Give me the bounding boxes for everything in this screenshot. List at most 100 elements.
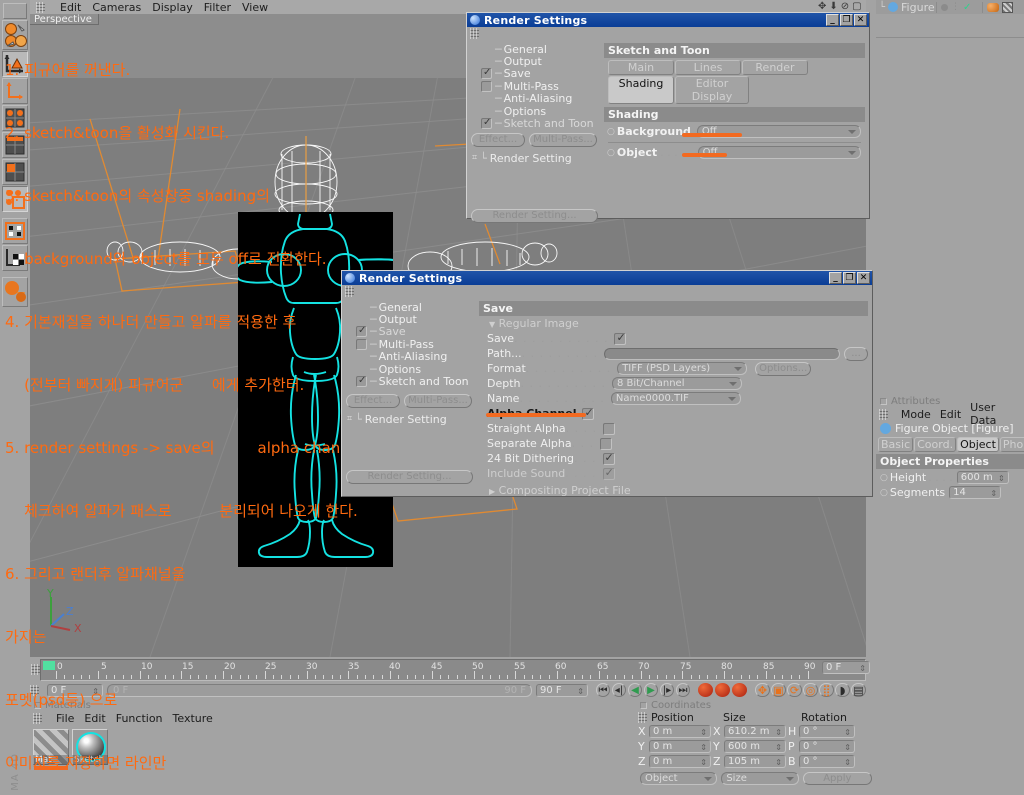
- input-pos-x[interactable]: 0 m ⇕: [649, 725, 711, 738]
- texture-tag-icon[interactable]: [1002, 1, 1013, 13]
- chevron-down-icon[interactable]: [704, 777, 713, 781]
- autokey-icon[interactable]: [715, 683, 730, 697]
- attributes-grip-icon[interactable]: [879, 408, 888, 420]
- save-dialog-titlebar[interactable]: Render Settings _ ❐ ✕: [342, 271, 872, 285]
- tree-item-antialiasing[interactable]: ─ Anti-Aliasing: [467, 92, 602, 105]
- spinner-icon[interactable]: ⇕: [775, 758, 782, 767]
- window-icon[interactable]: ▢: [852, 1, 861, 12]
- input-rot-p[interactable]: 0 ° ⇕: [799, 740, 855, 753]
- menu-display[interactable]: Display: [152, 1, 193, 14]
- coordinates-grip-icon[interactable]: [638, 712, 647, 723]
- save-close-button[interactable]: ✕: [857, 272, 870, 284]
- input-pos-y[interactable]: 0 m ⇕: [649, 740, 711, 753]
- input-size-z[interactable]: 105 m ⇕: [724, 755, 786, 768]
- play-back-icon[interactable]: ◀: [628, 683, 642, 697]
- checkbox-sketchtoon-icon[interactable]: [481, 117, 492, 130]
- tab-shading[interactable]: Shading: [608, 76, 674, 104]
- toon-settings-tree[interactable]: ─General ─Output ─Save ─Multi-Pass ─Anti…: [467, 39, 602, 223]
- object-manager-empty[interactable]: [876, 14, 1024, 38]
- tree-item-options[interactable]: ─ Options: [467, 105, 602, 118]
- panel-collapse-icon[interactable]: [640, 702, 647, 709]
- triangle-down-icon[interactable]: ▼: [489, 320, 495, 329]
- param-key-icon[interactable]: ◎: [803, 683, 818, 697]
- chevron-down-icon[interactable]: [785, 777, 794, 781]
- anim-icon[interactable]: ◗: [835, 683, 850, 697]
- combo-format[interactable]: TIFF (PSD Layers): [617, 362, 748, 375]
- input-height[interactable]: 600 m ⇕: [956, 471, 1009, 484]
- format-options-button[interactable]: Options...: [755, 361, 812, 376]
- record-icon[interactable]: ⊘: [841, 1, 849, 12]
- tree-item-output[interactable]: ─ Output: [467, 55, 602, 68]
- tree-item-sketch-and-toon[interactable]: ─Sketch and Toon: [467, 117, 602, 130]
- checkbox-save-icon[interactable]: [356, 325, 367, 338]
- input-size-y[interactable]: 600 m ⇕: [724, 740, 786, 753]
- tree-item-antialiasing[interactable]: ─ Anti-Aliasing: [342, 350, 477, 363]
- object-item-figure[interactable]: Figure: [901, 1, 935, 14]
- save-minimize-button[interactable]: _: [829, 272, 842, 284]
- spinner-icon[interactable]: ⇕: [859, 664, 866, 673]
- save-render-setting-button[interactable]: Render Setting...: [346, 469, 473, 484]
- combo-depth[interactable]: 8 Bit/Channel: [611, 377, 742, 390]
- checkbox-multipass-icon[interactable]: [481, 80, 492, 92]
- spinner-icon[interactable]: ⇕: [990, 489, 997, 498]
- checkbox-save[interactable]: [614, 331, 627, 345]
- path-input[interactable]: [604, 347, 840, 360]
- go-to-end-icon[interactable]: ⏭: [676, 683, 690, 697]
- spinner-icon[interactable]: ⇕: [700, 743, 707, 752]
- spinner-icon[interactable]: ⇕: [577, 687, 584, 696]
- attributes-tabs[interactable]: Basic Coord. Object Phong: [876, 436, 1024, 453]
- chevron-down-icon[interactable]: [728, 382, 737, 386]
- render-setting-expand-icon[interactable]: ⌗: [472, 153, 477, 163]
- tree-item-multipass[interactable]: ─ Multi-Pass: [342, 338, 477, 351]
- render-setting-expand-icon[interactable]: ⌗: [347, 414, 352, 424]
- save-group-compositing[interactable]: ▶ Compositing Project File: [479, 483, 868, 498]
- tree-item-save[interactable]: ─Save: [342, 325, 477, 338]
- checkbox-24bit-dithering[interactable]: [602, 451, 615, 465]
- right-frame-input[interactable]: 0 F ⇕: [822, 661, 870, 674]
- keyframe-selection-icon[interactable]: [732, 683, 747, 697]
- tab-coord[interactable]: Coord.: [914, 437, 957, 452]
- checkbox-separate-alpha[interactable]: [600, 437, 613, 450]
- input-pos-z[interactable]: 0 m ⇕: [649, 755, 711, 768]
- input-size-x[interactable]: 610.2 m ⇕: [724, 725, 786, 738]
- menu-cameras[interactable]: Cameras: [92, 1, 141, 14]
- layout-icon[interactable]: ▤: [851, 683, 866, 697]
- go-to-start-icon[interactable]: ⏮: [596, 683, 610, 697]
- chevron-down-icon[interactable]: [848, 151, 856, 155]
- render-settings-save-dialog[interactable]: Render Settings _ ❐ ✕ ─General ─Output ─: [341, 270, 873, 497]
- position-key-icon[interactable]: ✥: [755, 683, 770, 697]
- spinner-icon[interactable]: ⇕: [998, 474, 1005, 483]
- record-icon[interactable]: [698, 683, 713, 697]
- save-group-regular-image[interactable]: ▼ Regular Image: [479, 316, 868, 331]
- tree-item-general[interactable]: ─ General: [467, 43, 602, 56]
- toon-tabs[interactable]: Main Lines Render: [604, 58, 865, 75]
- attributes-menu-mode[interactable]: Mode: [901, 408, 931, 421]
- toon-multipass-button[interactable]: Multi-Pass...: [529, 132, 597, 147]
- save-render-setting-item[interactable]: Render Setting: [365, 413, 447, 426]
- tab-render[interactable]: Render: [742, 60, 808, 75]
- toon-effect-button[interactable]: Effect...: [471, 132, 525, 147]
- visibility-render-icon[interactable]: ⋮: [951, 2, 960, 12]
- rotation-key-icon[interactable]: ⟳: [787, 683, 802, 697]
- spinner-icon[interactable]: ⇕: [775, 743, 782, 752]
- path-browse-button[interactable]: ...: [844, 346, 868, 361]
- combo-object-mode[interactable]: Object: [640, 772, 718, 785]
- toon-render-setting-item[interactable]: Render Setting: [490, 152, 572, 165]
- toon-render-setting-button[interactable]: Render Setting...: [471, 208, 598, 223]
- toon-toolrow-grip-icon[interactable]: [470, 27, 479, 39]
- chevron-down-icon[interactable]: [727, 397, 736, 401]
- tool-undo-icon[interactable]: [3, 3, 27, 19]
- tab-object[interactable]: Object: [957, 437, 999, 452]
- step-forward-icon[interactable]: |▸: [660, 683, 674, 697]
- toon-minimize-button[interactable]: _: [826, 14, 839, 26]
- input-rot-b[interactable]: 0 ° ⇕: [799, 755, 855, 768]
- tab-basic[interactable]: Basic: [878, 437, 914, 452]
- render-settings-toon-dialog[interactable]: Render Settings _ ❐ ✕ ─General ─Output: [466, 12, 870, 223]
- input-segments[interactable]: 14 ⇕: [949, 486, 1002, 499]
- save-multipass-button[interactable]: Multi-Pass...: [404, 393, 472, 408]
- menu-edit[interactable]: Edit: [60, 1, 81, 14]
- spinner-icon[interactable]: ⇕: [700, 758, 707, 767]
- enabled-check-icon[interactable]: ✓: [963, 2, 971, 13]
- point-level-icon[interactable]: ⣿: [819, 683, 834, 697]
- move-icon[interactable]: ✥: [818, 1, 826, 12]
